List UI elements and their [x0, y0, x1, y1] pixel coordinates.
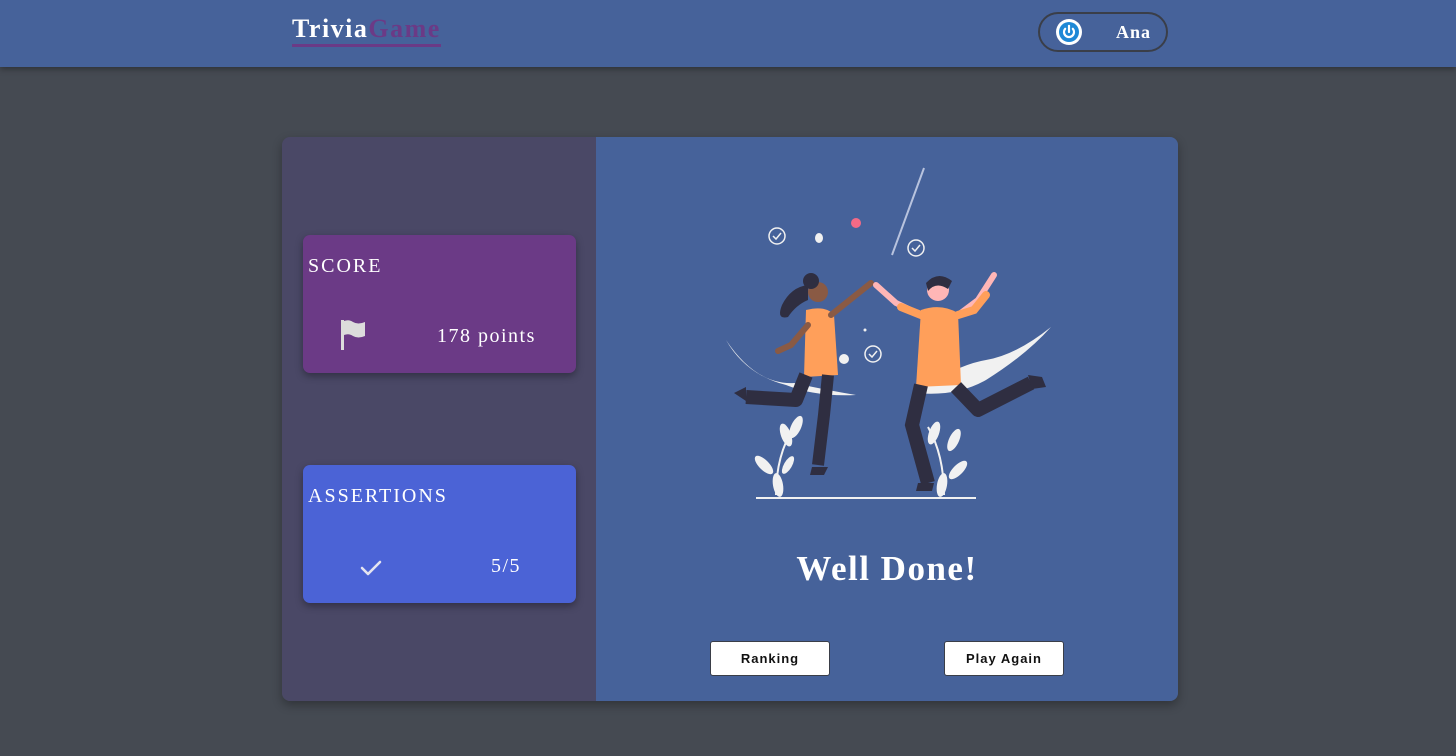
result-message: Well Done!	[796, 549, 978, 588]
celebration-high-five-illustration	[726, 167, 1051, 499]
stats-panel: SCORE 178 points ASSERTIONS 5/5	[282, 137, 596, 701]
logout-button[interactable]	[1056, 19, 1082, 45]
user-menu: Ana	[1038, 12, 1168, 52]
logo-game-text: Game	[368, 14, 441, 43]
top-navbar: TriviaGame Ana	[0, 0, 1456, 67]
power-icon	[1059, 22, 1079, 42]
app-logo[interactable]: TriviaGame	[292, 14, 441, 47]
assertions-box: ASSERTIONS 5/5	[303, 465, 576, 603]
plant-decoration	[754, 415, 968, 497]
check-icon	[360, 559, 382, 582]
score-value: 178 points	[437, 325, 536, 347]
logo-trivia-text: Trivia	[292, 14, 369, 43]
flag-icon	[339, 319, 367, 356]
play-again-button[interactable]: Play Again	[944, 641, 1064, 676]
assertions-value: 5/5	[491, 555, 522, 577]
man-figure	[873, 272, 1046, 491]
score-box: SCORE 178 points	[303, 235, 576, 373]
woman-figure	[734, 273, 874, 475]
assertions-title: ASSERTIONS	[308, 485, 448, 507]
result-panel: Well Done! Ranking Play Again	[596, 137, 1178, 701]
user-name: Ana	[1116, 22, 1152, 42]
score-title: SCORE	[308, 255, 383, 277]
results-card: SCORE 178 points ASSERTIONS 5/5 Well Don…	[282, 137, 1178, 701]
ranking-button[interactable]: Ranking	[710, 641, 830, 676]
